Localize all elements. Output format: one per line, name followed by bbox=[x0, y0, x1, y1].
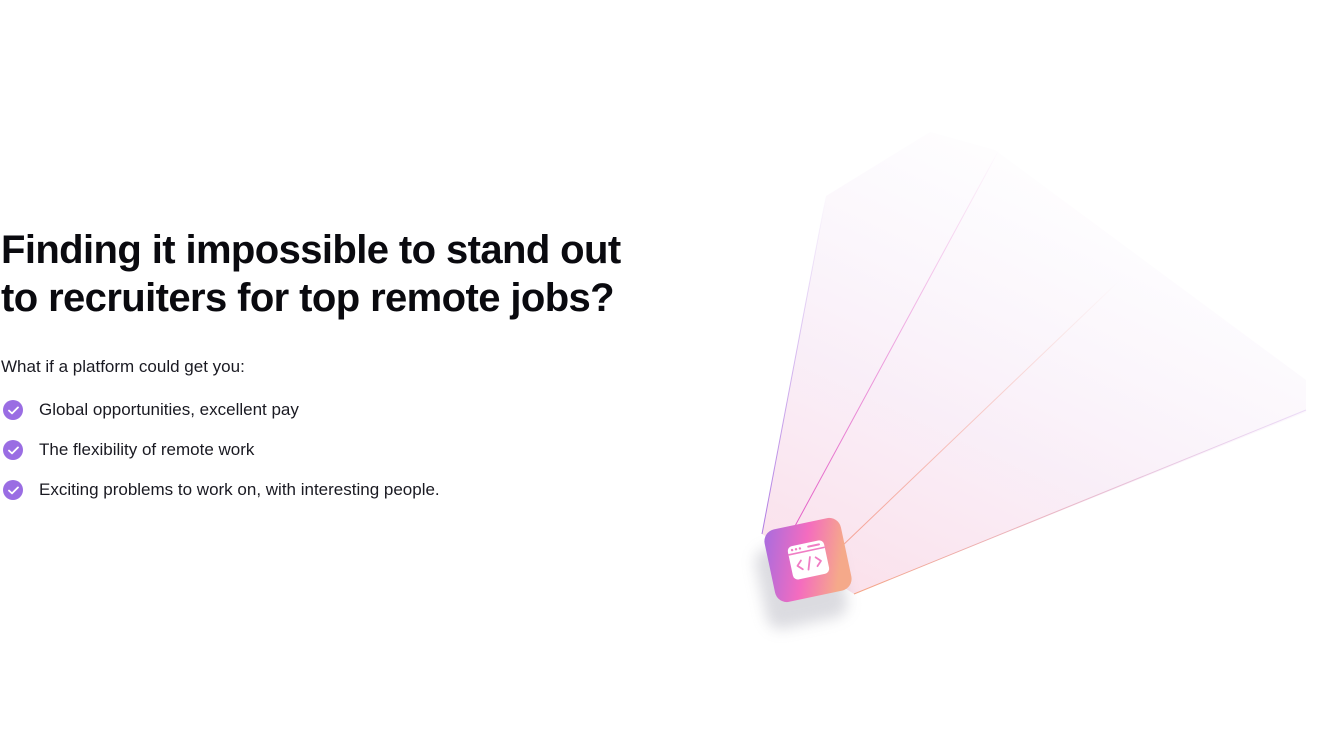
benefit-item: The flexibility of remote work bbox=[1, 439, 621, 461]
benefits-list: Global opportunities, excellent pay The … bbox=[1, 399, 621, 501]
benefit-label: Exciting problems to work on, with inter… bbox=[39, 480, 440, 499]
benefit-item: Global opportunities, excellent pay bbox=[1, 399, 621, 421]
beam-illustration bbox=[700, 120, 1326, 660]
benefit-label: The flexibility of remote work bbox=[39, 440, 255, 459]
check-circle-icon bbox=[3, 400, 23, 420]
hero-lead-text: What if a platform could get you: bbox=[1, 357, 245, 376]
check-circle-icon bbox=[3, 440, 23, 460]
benefit-item: Exciting problems to work on, with inter… bbox=[1, 479, 621, 501]
check-circle-icon bbox=[3, 480, 23, 500]
benefit-label: Global opportunities, excellent pay bbox=[39, 400, 299, 419]
hero-headline: Finding it impossible to stand out to re… bbox=[1, 228, 621, 320]
hero-section: Finding it impossible to stand out to re… bbox=[1, 226, 621, 519]
